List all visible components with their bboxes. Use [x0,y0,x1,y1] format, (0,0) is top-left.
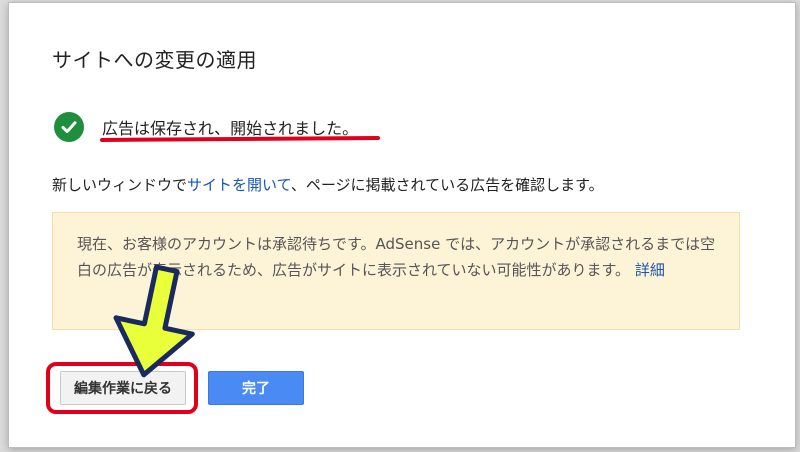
success-message: 広告は保存され、開始されました。 [102,119,359,138]
done-button[interactable]: 完了 [208,371,304,405]
details-link[interactable]: 詳細 [635,261,665,279]
down-arrow-icon [113,264,195,378]
check-circle-icon [54,112,84,142]
open-site-link[interactable]: サイトを開いて [187,176,291,194]
dialog-title: サイトへの変更の適用 [52,48,257,72]
info-suffix: 、ページに掲載されている広告を確認します。 [290,176,604,194]
info-prefix: 新しいウィンドウで [52,176,188,194]
info-line: 新しいウィンドウでサイトを開いて、ページに掲載されている広告を確認します。 [52,174,604,195]
